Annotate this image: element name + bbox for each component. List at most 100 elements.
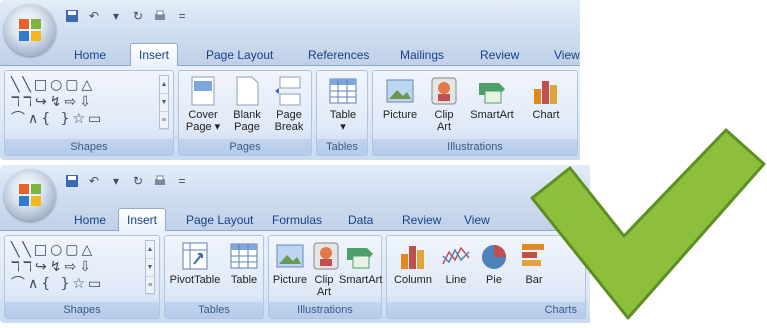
smartart-button[interactable]: SmartArt: [465, 75, 519, 121]
shapes-gallery[interactable]: ╲╲□○▢△ ℸℸ↪↯⇨⇩ ⌒∧{ }☆▭: [11, 242, 104, 293]
smartart-icon: [347, 248, 373, 269]
page-break-icon: [275, 76, 301, 106]
print-icon[interactable]: [152, 173, 168, 189]
tab-formulas[interactable]: Formulas: [264, 209, 330, 231]
picture-button[interactable]: Picture: [377, 75, 423, 121]
undo-icon[interactable]: ↶: [86, 8, 102, 24]
redo-icon[interactable]: ↻: [130, 8, 146, 24]
smartart-icon: [479, 83, 505, 104]
table-label: Table: [230, 274, 258, 286]
tab-view[interactable]: View: [546, 44, 580, 66]
tab-home[interactable]: Home: [66, 209, 114, 231]
tab-row: Home Insert Page Layout Formulas Data Re…: [0, 201, 590, 232]
group-label-shapes: Shapes: [5, 302, 159, 318]
chart-button[interactable]: Chart: [523, 75, 569, 121]
group-shapes: ╲╲□○▢△ ℸℸ↪↯⇨⇩ ⌒∧{ }☆▭ ▲ ▼ ≡ Shapes: [4, 235, 160, 319]
tab-page-layout[interactable]: Page Layout: [198, 44, 281, 66]
chart-icon: [534, 81, 557, 104]
tab-insert[interactable]: Insert: [130, 43, 179, 67]
pie-label: Pie: [486, 274, 502, 286]
group-label-shapes: Shapes: [5, 139, 173, 155]
blank-page-icon: [236, 76, 259, 106]
line-label: Line: [445, 274, 467, 286]
pivottable-button[interactable]: PivotTable: [167, 240, 223, 286]
smartart-label: SmartArt: [470, 109, 514, 121]
office-button[interactable]: [4, 169, 56, 221]
ribbon-body: ╲╲□○▢△ ℸℸ↪↯⇨⇩ ⌒∧{ }☆▭ ▲ ▼ ≡ Shapes PivotTa…: [0, 231, 590, 323]
picture-icon: [386, 79, 414, 103]
quick-access-toolbar: ↶ ▾ ↻ =: [64, 6, 190, 26]
tab-home[interactable]: Home: [66, 44, 114, 66]
clip-art-button[interactable]: Clip Art: [427, 75, 461, 133]
table-dropdown-label: ▾: [340, 121, 346, 133]
office-button[interactable]: [4, 4, 56, 56]
tab-data[interactable]: Data: [340, 209, 381, 231]
checkmark-icon: [530, 128, 766, 320]
table-icon: [329, 78, 357, 104]
smartart-button[interactable]: SmartArt: [339, 240, 383, 286]
tab-review[interactable]: Review: [394, 209, 449, 231]
customize-toolbar-icon[interactable]: =: [174, 173, 190, 189]
clip-art-label: Clip: [314, 274, 334, 286]
shapes-gallery[interactable]: ╲╲□○▢△ ℸℸ↪↯⇨⇩ ⌒∧{ }☆▭: [11, 77, 104, 128]
tab-mailings[interactable]: Mailings: [392, 44, 452, 66]
shapes-scroller[interactable]: ▲ ▼ ≡: [159, 75, 169, 130]
group-label-tables: Tables: [317, 139, 367, 155]
smartart-label: SmartArt: [339, 274, 383, 286]
group-label-tables: Tables: [165, 302, 263, 318]
ribbon-body: ╲╲□○▢△ ℸℸ↪↯⇨⇩ ⌒∧{ }☆▭ ▲ ▼ ≡ Shapes Cover P…: [0, 66, 580, 160]
picture-label: Picture: [272, 274, 308, 286]
column-chart-icon: [401, 246, 424, 269]
cover-page-label-2: Page ▾: [185, 121, 221, 133]
clip-art-icon: [313, 242, 339, 270]
dropdown-arrow-icon[interactable]: ▾: [108, 8, 124, 24]
clip-art-label-2: Art: [436, 121, 452, 133]
page-break-button[interactable]: Page Break: [269, 75, 309, 133]
group-pages: Cover Page ▾ Blank Page Page Break Pages: [178, 70, 312, 156]
pivottable-icon: [182, 242, 208, 270]
table-button[interactable]: Table ▾: [323, 75, 363, 133]
print-icon[interactable]: [152, 8, 168, 24]
cover-page-button[interactable]: Cover Page ▾: [183, 75, 223, 133]
table-label: Table: [329, 109, 357, 121]
undo-icon[interactable]: ↶: [86, 173, 102, 189]
picture-icon: [276, 244, 304, 268]
tab-view[interactable]: View: [456, 209, 498, 231]
pivottable-label: PivotTable: [169, 274, 221, 286]
office-logo-icon: [19, 184, 41, 206]
group-illustrations: Picture Clip Art SmartArt Illustrations: [268, 235, 382, 319]
line-chart-icon: [442, 246, 470, 265]
line-chart-button[interactable]: Line: [439, 240, 473, 286]
tab-insert[interactable]: Insert: [118, 208, 167, 232]
clip-art-label-2: Art: [316, 286, 332, 298]
tab-page-layout[interactable]: Page Layout: [178, 209, 261, 231]
picture-label: Picture: [382, 109, 418, 121]
column-label: Column: [394, 274, 432, 286]
tab-row: Home Insert Page Layout References Maili…: [0, 36, 580, 67]
redo-icon[interactable]: ↻: [130, 173, 146, 189]
save-icon[interactable]: [64, 8, 80, 24]
shapes-scroller[interactable]: ▲ ▼ ≡: [145, 240, 155, 295]
clip-art-button[interactable]: Clip Art: [311, 240, 339, 298]
save-icon[interactable]: [64, 173, 80, 189]
blank-page-button[interactable]: Blank Page: [227, 75, 267, 133]
table-icon: [230, 243, 258, 269]
office-logo-icon: [19, 19, 41, 41]
customize-toolbar-icon[interactable]: =: [174, 8, 190, 24]
column-chart-button[interactable]: Column: [391, 240, 435, 286]
page-break-label: Page: [276, 109, 302, 121]
group-label-pages: Pages: [179, 139, 311, 155]
pie-chart-button[interactable]: Pie: [477, 240, 511, 286]
group-label-illustrations: Illustrations: [269, 302, 381, 318]
picture-button[interactable]: Picture: [271, 240, 309, 286]
page-break-label-2: Break: [274, 121, 304, 133]
table-button[interactable]: Table: [227, 240, 261, 286]
dropdown-arrow-icon[interactable]: ▾: [108, 173, 124, 189]
clip-art-label: Clip: [434, 109, 454, 121]
cover-page-icon: [191, 76, 215, 106]
group-tables: PivotTable Table Tables: [164, 235, 264, 319]
tab-references[interactable]: References: [300, 44, 377, 66]
blank-page-label: Blank: [233, 109, 261, 121]
cover-page-label: Cover: [188, 109, 218, 121]
tab-review[interactable]: Review: [472, 44, 527, 66]
